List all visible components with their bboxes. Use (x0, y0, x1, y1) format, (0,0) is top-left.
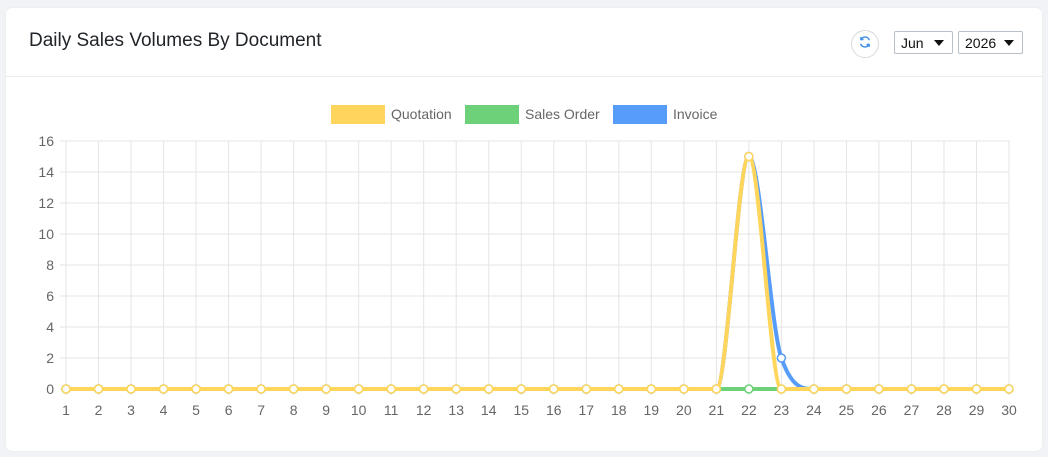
data-point-quotation (353, 384, 364, 394)
data-point-quotation (646, 384, 657, 394)
data-point-quotation (256, 384, 266, 394)
data-point-quotation (288, 384, 299, 394)
y-tick-label: 8 (46, 257, 54, 273)
data-point-quotation (679, 384, 689, 394)
data-point-quotation (158, 384, 169, 394)
data-point-quotation (223, 384, 234, 394)
x-tick-label: 8 (290, 402, 298, 418)
x-tick-label: 15 (513, 402, 529, 418)
x-tick-label: 19 (644, 402, 660, 418)
x-tick-label: 24 (806, 402, 822, 418)
y-tick-label: 10 (38, 226, 54, 242)
data-point-quotation (321, 384, 331, 394)
x-tick-label: 21 (709, 402, 725, 418)
data-point-quotation (451, 384, 461, 394)
x-tick-label: 9 (322, 402, 330, 418)
data-point-quotation (386, 384, 396, 394)
x-tick-label: 10 (351, 402, 367, 418)
y-tick-label: 0 (46, 381, 54, 397)
data-point-quotation (939, 384, 949, 394)
data-point-quotation (614, 384, 624, 394)
data-point-quotation (581, 384, 592, 394)
y-tick-label: 2 (46, 350, 54, 366)
y-tick-label: 6 (46, 288, 54, 304)
x-tick-label: 6 (225, 402, 233, 418)
data-point-quotation (906, 384, 917, 394)
line-chart: 02468101214161 2 3 4 5 6 7 8 9 10 11 12 13 14 15 16 17 18… (38, 133, 1017, 418)
x-tick-label: 22 (741, 402, 757, 418)
x-tick-label: 16 (546, 402, 562, 418)
data-point-quotation (516, 384, 526, 394)
data-point-quotation (744, 151, 754, 162)
data-point-quotation (549, 384, 559, 394)
x-tick-label: 13 (448, 402, 464, 418)
y-tick-label: 14 (38, 164, 54, 180)
series-line-invoice (66, 154, 1009, 391)
x-tick-label: 23 (774, 402, 790, 418)
x-tick-label: 29 (969, 402, 985, 418)
data-point-quotation (61, 384, 71, 394)
data-point-quotation (418, 384, 429, 394)
x-tick-label: 20 (676, 402, 692, 418)
x-tick-label: 12 (416, 402, 432, 418)
data-point-sales-order (744, 384, 754, 394)
x-tick-label: 3 (127, 402, 135, 418)
data-point-quotation (971, 384, 982, 394)
series-line-quotation (66, 154, 1009, 391)
data-point-quotation (483, 384, 494, 394)
x-tick-label: 18 (611, 402, 627, 418)
x-tick-label: 5 (192, 402, 200, 418)
x-tick-label: 30 (1001, 402, 1017, 418)
data-point-invoice (776, 353, 787, 363)
data-point-quotation (776, 384, 787, 394)
x-tick-label: 17 (578, 402, 594, 418)
data-point-quotation (711, 384, 722, 394)
y-tick-label: 4 (46, 319, 54, 335)
data-point-quotation (126, 384, 136, 394)
y-tick-label: 16 (38, 133, 54, 149)
x-tick-label: 2 (95, 402, 103, 418)
data-point-quotation (93, 384, 104, 394)
data-point-quotation (841, 384, 852, 394)
x-tick-label: 11 (384, 402, 399, 418)
x-tick-label: 25 (839, 402, 855, 418)
data-point-quotation (874, 384, 884, 394)
data-point-quotation (809, 384, 819, 394)
x-tick-label: 7 (257, 402, 265, 418)
x-tick-label: 1 (62, 402, 70, 418)
x-tick-label: 27 (904, 402, 920, 418)
data-point-quotation (1004, 384, 1014, 394)
x-tick-label: 4 (160, 402, 168, 418)
data-point-quotation (191, 384, 201, 394)
x-tick-label: 26 (871, 402, 887, 418)
x-tick-label: 14 (481, 402, 497, 418)
x-tick-label: 28 (936, 402, 952, 418)
y-tick-label: 12 (38, 195, 54, 211)
